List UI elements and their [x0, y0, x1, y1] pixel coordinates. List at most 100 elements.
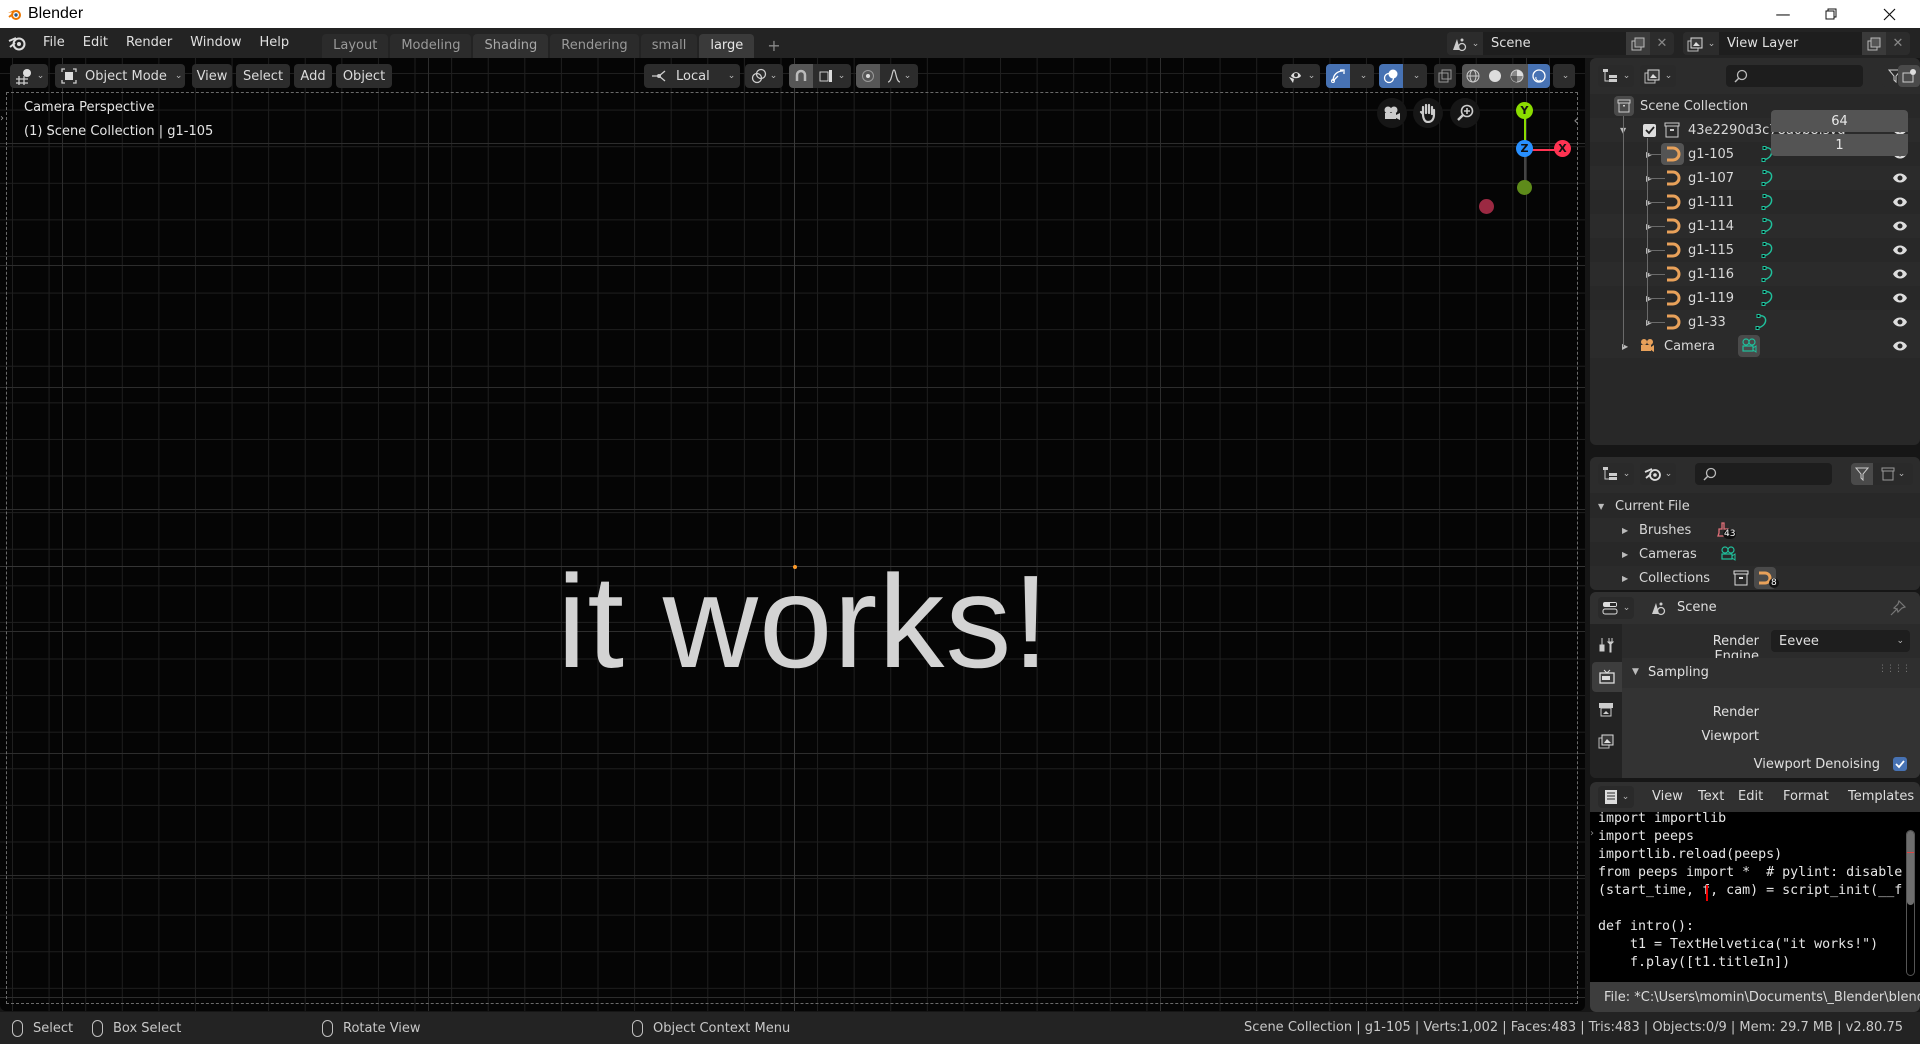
snap-toggle[interactable] — [789, 64, 813, 88]
filter-collection-dropdown[interactable]: ⌄ — [1873, 463, 1913, 485]
curve-data-icon[interactable] — [1760, 193, 1776, 215]
delete-view-layer-button[interactable]: ✕ — [1886, 32, 1910, 55]
curve-data-icon[interactable] — [1760, 169, 1776, 191]
text-scrollbar-thumb[interactable] — [1907, 831, 1914, 905]
add-workspace-button[interactable]: + — [756, 34, 791, 58]
gizmo-neg-z-ball[interactable] — [1517, 180, 1532, 195]
outliner-row-object[interactable]: ▶g1-119 — [1590, 286, 1920, 310]
curve-data-icon[interactable] — [1760, 217, 1776, 239]
pin-icon[interactable] — [1890, 600, 1906, 616]
curve-data-icon[interactable] — [1760, 241, 1776, 263]
gizmo-neg-x-ball[interactable] — [1479, 199, 1494, 214]
curve-object-icon[interactable] — [1661, 263, 1684, 285]
overlays-dropdown[interactable]: ⌄ — [1403, 64, 1427, 88]
visibility-eye-icon[interactable] — [1892, 172, 1908, 184]
delete-scene-button[interactable]: ✕ — [1650, 32, 1674, 55]
gizmo-z-ball[interactable]: Z — [1516, 140, 1533, 157]
viewport-menu-add[interactable]: Add — [294, 64, 332, 88]
snap-target-dropdown[interactable]: ⌄ — [813, 64, 851, 88]
curve-object-icon[interactable] — [1661, 143, 1684, 165]
camera-view-button[interactable] — [1377, 98, 1407, 128]
menu-file[interactable]: File — [34, 31, 74, 55]
curve-data-icon[interactable] — [1760, 289, 1776, 311]
visibility-eye-icon[interactable] — [1892, 220, 1908, 232]
curve-object-icon[interactable] — [1661, 167, 1684, 189]
text-menu-text[interactable]: Text — [1698, 789, 1724, 804]
curve-data-icon[interactable] — [1760, 265, 1776, 287]
new-scene-button[interactable] — [1626, 32, 1650, 55]
shading-solid-button[interactable] — [1484, 64, 1506, 88]
outliner-row-brushes[interactable]: ▶ Brushes 43 — [1590, 518, 1920, 542]
outliner-row-object[interactable]: ▶g1-116 — [1590, 262, 1920, 286]
text-menu-templates[interactable]: Templates — [1848, 789, 1914, 804]
outliner-row-camera[interactable]: ▶ Camera — [1590, 334, 1920, 358]
outliner-row-object[interactable]: ▶g1-107 — [1590, 166, 1920, 190]
restore-button[interactable] — [1808, 0, 1854, 28]
outliner-search-input[interactable] — [1726, 65, 1863, 87]
shading-dropdown[interactable]: ⌄ — [1553, 64, 1575, 88]
view-layer-name-field[interactable]: View Layer — [1719, 32, 1862, 55]
blender-menu-icon[interactable] — [0, 35, 34, 51]
text-menu-edit[interactable]: Edit — [1738, 789, 1763, 804]
visibility-eye-icon[interactable] — [1892, 316, 1908, 328]
outliner-row-object[interactable]: ▶g1-111 — [1590, 190, 1920, 214]
3d-viewport[interactable]: ⌄ Object Mode ⌄ View Select Add Object L… — [0, 58, 1585, 1011]
outliner-row-object[interactable]: ▶g1-33 — [1590, 310, 1920, 334]
display-mode-dropdown[interactable]: ⌄ — [1640, 65, 1676, 87]
gizmo-y-ball[interactable]: Y — [1516, 102, 1533, 119]
xray-toggle[interactable] — [1434, 64, 1456, 88]
object-visibility-dropdown[interactable]: ⌄ — [1282, 64, 1320, 88]
gizmo-x-ball[interactable]: X — [1554, 140, 1571, 157]
viewport-menu-select[interactable]: Select — [236, 64, 290, 88]
viewport-menu-view[interactable]: View — [192, 64, 232, 88]
pan-view-button[interactable] — [1413, 98, 1443, 128]
display-mode-dropdown[interactable]: ⌄ — [1640, 463, 1676, 485]
curve-object-icon[interactable] — [1661, 239, 1684, 261]
text-editor-region-arrow[interactable]: › — [1590, 828, 1594, 839]
tab-modeling[interactable]: Modeling — [390, 34, 472, 58]
tab-tool-properties[interactable] — [1592, 630, 1620, 660]
sampling-panel-header[interactable]: ▼ Sampling ⋮⋮⋮⋮ — [1622, 658, 1920, 688]
properties-editor-type-button[interactable]: ⌄ — [1598, 597, 1634, 619]
view-layer-browse-button[interactable]: ⌄ — [1683, 32, 1719, 55]
render-engine-dropdown[interactable]: Eevee ⌄ — [1771, 630, 1910, 652]
tab-small[interactable]: small — [640, 34, 698, 58]
object-mode-dropdown[interactable]: Object Mode ⌄ — [55, 64, 185, 88]
menu-render[interactable]: Render — [117, 31, 181, 55]
overlays-toggle[interactable] — [1379, 64, 1403, 88]
outliner-editor-type-button[interactable]: ⌄ — [1598, 463, 1634, 485]
menu-help[interactable]: Help — [251, 31, 299, 55]
close-button[interactable] — [1866, 0, 1912, 28]
proportional-editing-toggle[interactable] — [856, 64, 880, 88]
menu-edit[interactable]: Edit — [74, 31, 117, 55]
expand-arrow-icon[interactable]: ▶ — [1622, 574, 1628, 583]
camera-data-icon[interactable] — [1738, 335, 1760, 357]
outliner-row-collections[interactable]: ▶ Collections 8 — [1590, 566, 1920, 590]
visibility-eye-icon[interactable] — [1892, 268, 1908, 280]
scene-name-field[interactable]: Scene — [1483, 32, 1626, 55]
tab-render-properties[interactable] — [1592, 662, 1622, 692]
curve-data-icon[interactable] — [1754, 313, 1770, 335]
text-object-it-works[interactable]: it works! — [557, 556, 1050, 688]
outliner-row-object[interactable]: ▶g1-115 — [1590, 238, 1920, 262]
outliner-row-current-file[interactable]: ▼ Current File — [1590, 494, 1920, 518]
expand-arrow-icon[interactable]: ▶ — [1622, 526, 1628, 535]
tab-rendering[interactable]: Rendering — [550, 34, 639, 58]
transform-orientation-dropdown[interactable]: Local ⌄ — [644, 64, 740, 88]
drag-handle-icon[interactable]: ⋮⋮⋮⋮ — [1878, 664, 1911, 674]
tab-output-properties[interactable] — [1592, 694, 1620, 724]
shading-material-button[interactable] — [1506, 64, 1528, 88]
tab-view-layer-properties[interactable] — [1592, 726, 1620, 756]
filter-toggle[interactable] — [1851, 463, 1873, 485]
collection-exclude-checkbox[interactable] — [1643, 123, 1656, 137]
editor-type-button[interactable]: ⌄ — [10, 64, 48, 88]
visibility-eye-icon[interactable] — [1892, 292, 1908, 304]
outliner-row-object[interactable]: ▶g1-114 — [1590, 214, 1920, 238]
visibility-eye-icon[interactable] — [1892, 340, 1908, 352]
expand-arrow-icon[interactable]: ▶ — [1622, 550, 1628, 559]
shading-rendered-button[interactable] — [1528, 64, 1550, 88]
tab-large[interactable]: large — [699, 34, 755, 58]
viewport-denoising-checkbox[interactable] — [1893, 757, 1907, 771]
outliner-row-cameras[interactable]: ▶ Cameras — [1590, 542, 1920, 566]
visibility-eye-icon[interactable] — [1892, 244, 1908, 256]
